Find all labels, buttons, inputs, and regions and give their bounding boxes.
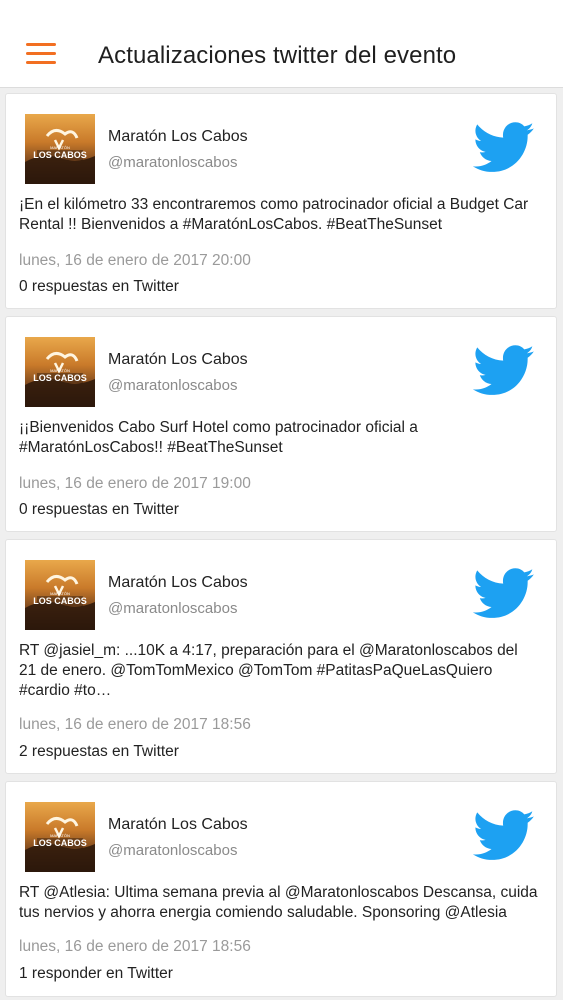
tweet-text: ¡¡Bienvenidos Cabo Surf Hotel como patro… bbox=[19, 419, 418, 456]
page-title: Actualizaciones twitter del evento bbox=[98, 42, 457, 69]
tweet-author-handle[interactable]: @maratonloscabos bbox=[108, 600, 237, 617]
tweet-author-name: Maratón Los Cabos bbox=[108, 128, 248, 145]
tweet-replies-link[interactable]: 2 respuestas en Twitter bbox=[19, 743, 179, 761]
tweet-timestamp: lunes, 16 de enero de 2017 20:00 bbox=[19, 252, 251, 269]
tweet-author-name: Maratón Los Cabos bbox=[108, 351, 248, 368]
avatar: LOS CABOS MARATÓN bbox=[25, 560, 95, 630]
tweet-replies-link[interactable]: 1 responder en Twitter bbox=[19, 965, 173, 983]
tweet-author-name: Maratón Los Cabos bbox=[108, 816, 248, 833]
tweet-card[interactable]: LOS CABOS MARATÓN Maratón Los Cabos @mar… bbox=[5, 539, 557, 774]
svg-text:MARATÓN: MARATÓN bbox=[50, 591, 70, 596]
tweet-author-name: Maratón Los Cabos bbox=[108, 574, 248, 591]
svg-text:MARATÓN: MARATÓN bbox=[50, 145, 70, 150]
tweet-replies-link[interactable]: 0 respuestas en Twitter bbox=[19, 501, 179, 519]
avatar: LOS CABOS MARATÓN bbox=[25, 114, 95, 184]
tweet-timestamp: lunes, 16 de enero de 2017 19:00 bbox=[19, 475, 251, 492]
svg-text:LOS CABOS: LOS CABOS bbox=[33, 596, 87, 606]
tweet-timestamp: lunes, 16 de enero de 2017 18:56 bbox=[19, 716, 251, 733]
svg-text:LOS CABOS: LOS CABOS bbox=[33, 373, 87, 383]
svg-text:MARATÓN: MARATÓN bbox=[50, 833, 70, 838]
svg-text:LOS CABOS: LOS CABOS bbox=[33, 838, 87, 848]
tweet-text: ¡En el kilómetro 33 encontraremos como p… bbox=[19, 196, 529, 233]
twitter-bird-icon bbox=[472, 568, 535, 618]
tweet-author-handle[interactable]: @maratonloscabos bbox=[108, 154, 237, 171]
tweet-replies-link[interactable]: 0 respuestas en Twitter bbox=[19, 278, 179, 296]
hamburger-menu-icon[interactable] bbox=[26, 43, 58, 67]
avatar: LOS CABOS MARATÓN bbox=[25, 802, 95, 872]
twitter-bird-icon bbox=[472, 345, 535, 395]
svg-text:LOS CABOS: LOS CABOS bbox=[33, 150, 87, 160]
app-header: Actualizaciones twitter del evento bbox=[0, 0, 563, 88]
twitter-bird-icon bbox=[472, 810, 535, 860]
tweet-timestamp: lunes, 16 de enero de 2017 18:56 bbox=[19, 938, 251, 955]
tweet-card[interactable]: LOS CABOS MARATÓN Maratón Los Cabos @mar… bbox=[5, 93, 557, 309]
tweet-text: RT @jasiel_m: ...10K a 4:17, preparación… bbox=[19, 642, 518, 699]
twitter-bird-icon bbox=[472, 122, 535, 172]
tweet-card[interactable]: LOS CABOS MARATÓN Maratón Los Cabos @mar… bbox=[5, 781, 557, 997]
tweet-card[interactable]: LOS CABOS MARATÓN Maratón Los Cabos @mar… bbox=[5, 316, 557, 532]
svg-text:MARATÓN: MARATÓN bbox=[50, 368, 70, 373]
tweet-text: RT @Atlesia: Ultima semana previa al @Ma… bbox=[19, 884, 538, 921]
tweet-author-handle[interactable]: @maratonloscabos bbox=[108, 842, 237, 859]
avatar: LOS CABOS MARATÓN bbox=[25, 337, 95, 407]
tweet-author-handle[interactable]: @maratonloscabos bbox=[108, 377, 237, 394]
